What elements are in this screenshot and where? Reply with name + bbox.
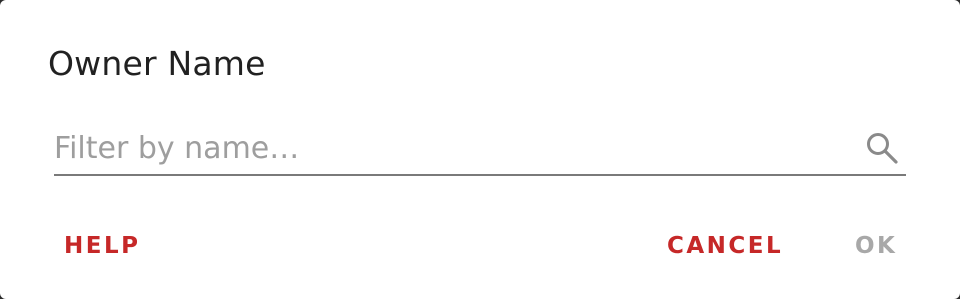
- cancel-button[interactable]: CANCEL: [667, 228, 783, 264]
- ok-button[interactable]: OK: [855, 228, 897, 264]
- search-field[interactable]: [54, 122, 906, 176]
- owner-name-dialog: Owner Name HELP CANCEL OK: [0, 0, 960, 299]
- search-icon: [864, 130, 900, 166]
- dialog-title: Owner Name: [48, 44, 266, 83]
- search-input[interactable]: [54, 122, 854, 174]
- help-button[interactable]: HELP: [64, 228, 140, 264]
